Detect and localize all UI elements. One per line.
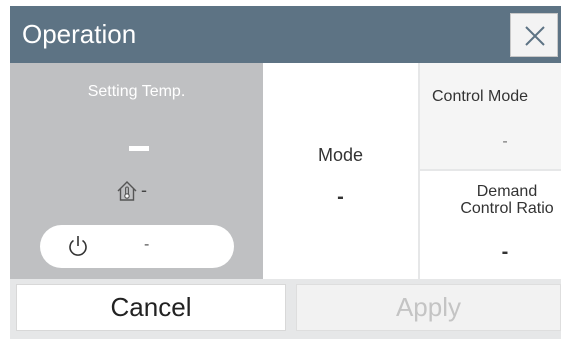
control-mode-panel[interactable]: Control Mode -: [420, 63, 561, 169]
power-status-value: -: [144, 236, 150, 253]
title-bar: Operation: [10, 6, 561, 63]
demand-control-ratio-label: Demand Control Ratio: [422, 183, 561, 217]
control-mode-label: Control Mode: [432, 88, 529, 105]
mode-value: -: [337, 186, 344, 208]
setting-temp-label: Setting Temp.: [87, 83, 186, 100]
demand-label-line1: Demand: [476, 183, 538, 200]
control-mode-value: -: [502, 133, 508, 150]
cancel-button[interactable]: Cancel: [16, 284, 286, 331]
setting-temp-value: [129, 146, 149, 151]
room-temperature-value: -: [141, 180, 147, 200]
close-button[interactable]: [510, 13, 558, 57]
mode-panel[interactable]: Mode -: [263, 63, 418, 279]
dialog-title: Operation: [22, 19, 137, 49]
demand-control-ratio-panel[interactable]: Demand Control Ratio -: [420, 171, 561, 279]
close-icon: [525, 26, 545, 46]
demand-label-line2: Control Ratio: [460, 200, 554, 217]
demand-control-ratio-value: -: [501, 241, 509, 263]
setting-temp-panel[interactable]: Setting Temp. - -: [10, 63, 263, 279]
room-temperature-icon: [117, 181, 137, 201]
operation-dialog: Operation Setting Temp. - - Mode - Contr…: [10, 6, 561, 339]
power-toggle[interactable]: -: [40, 225, 234, 268]
mode-label: Mode: [317, 145, 364, 165]
power-icon: [69, 236, 87, 256]
apply-button[interactable]: Apply: [296, 284, 561, 331]
